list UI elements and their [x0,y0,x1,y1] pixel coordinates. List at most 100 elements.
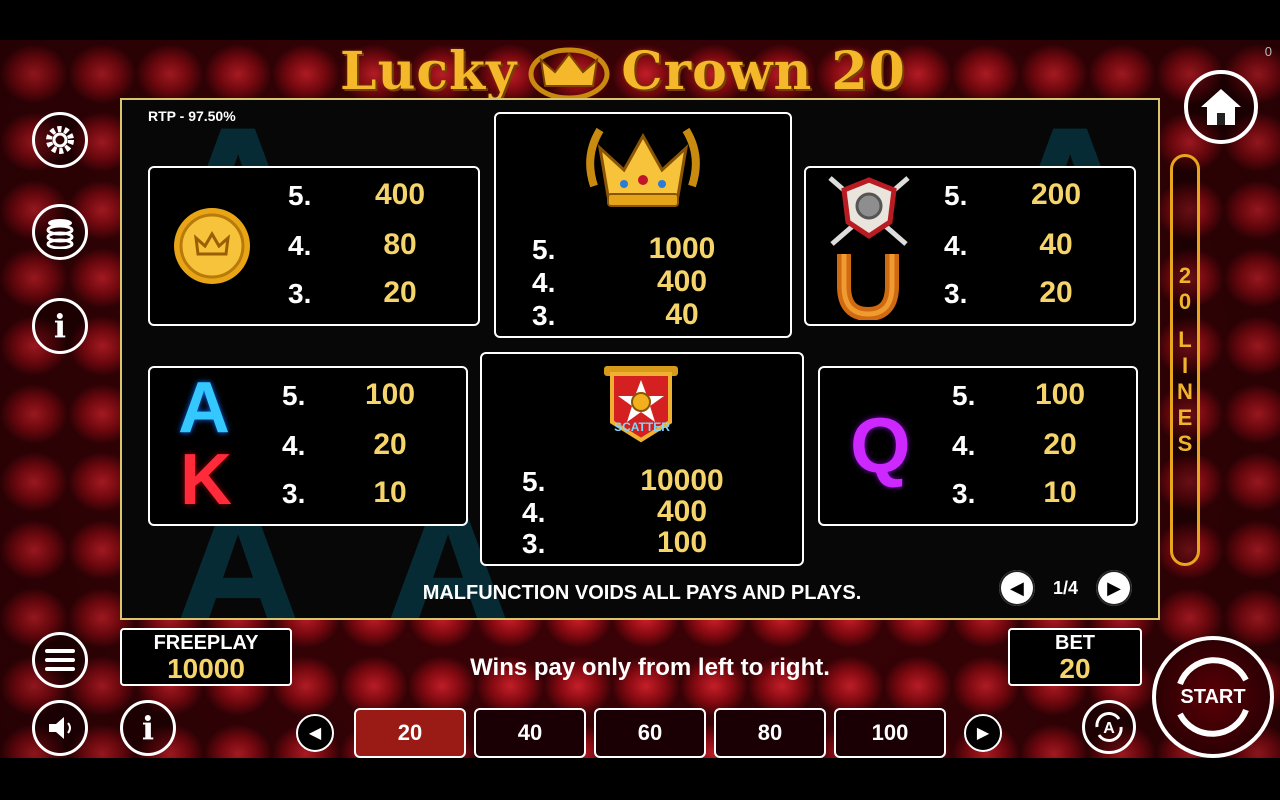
bet-option-40[interactable]: 40 [474,708,586,758]
arrow-right-icon: ▶ [1107,577,1121,598]
bet-option-60[interactable]: 60 [594,708,706,758]
row-value: 1000 [648,232,716,265]
win-direction-message: Wins pay only from left to right. [470,654,830,681]
row-num: 4. [282,430,306,461]
arrow-left-icon: ◀ [1010,577,1024,598]
row-value: 100 [1034,378,1086,411]
svg-text:A: A [1103,720,1115,737]
row-num: 5. [522,466,546,497]
autoplay-icon: A [1095,712,1123,742]
bet-option-20[interactable]: 20 [354,708,466,758]
paytable-card-scatter: SCATTER 5. 10000 4. 400 3. 100 [480,352,804,566]
row-value: 20 [383,276,417,309]
info-button[interactable]: i [32,298,88,354]
row-num: 4. [522,497,546,528]
row-value: 400 [374,178,426,211]
freeplay-value: 10000 [167,653,245,684]
paytable-card-shield-horseshoe: 5. 200 4. 40 3. 20 [804,166,1136,326]
row-num: 4. [944,230,968,261]
page-indicator: 1/4 [1052,577,1078,598]
arrow-right-icon: ▶ [976,725,990,742]
settings-button[interactable] [32,112,88,168]
row-num: 5. [532,234,556,265]
start-label: START [1180,685,1246,708]
lines-char: E [1177,405,1193,430]
paytable-card-queen: Q 5. 100 4. 20 3. 10 [818,366,1138,526]
row-num: 5. [944,180,968,211]
row-value: 100 [364,378,416,411]
row-num: 4. [952,430,976,461]
logo-crown-icon [528,47,610,100]
next-page-button[interactable]: ▶ [1096,570,1132,606]
hamburger-menu-icon [45,649,75,671]
bet-next-button[interactable]: ▶ [964,714,1002,752]
row-num: 3. [532,300,556,331]
home-icon [1201,89,1241,125]
ace-symbol: A [178,368,230,448]
row-value: 10000 [640,464,724,497]
bet-option-80[interactable]: 80 [714,708,826,758]
paytable-card-ace-king: A K 5. 100 4. 20 3. 10 [148,366,468,526]
paytable-card-crown: 5. 1000 4. 400 3. 40 [494,112,792,338]
speaker-icon [49,717,71,739]
coin-stack-icon [46,219,74,249]
bet-label: BET [1055,632,1095,654]
autoplay-button[interactable]: A [1082,700,1136,754]
lines-indicator: 2 0 L I N E S [1170,154,1200,566]
row-num: 5. [282,380,306,411]
queen-symbol: Q [850,401,911,489]
row-num: 4. [288,230,312,261]
shield-swords-icon [828,176,910,246]
bet-box: BET 20 [1008,628,1142,686]
home-button[interactable] [1184,70,1258,144]
gear-icon [46,126,74,154]
king-symbol: K [180,440,232,520]
gold-coin-icon [174,208,250,284]
row-value: 40 [665,298,699,331]
row-value: 80 [383,228,417,261]
game-logo: Lucky Crown 20 [340,44,950,100]
prev-page-button[interactable]: ◀ [998,570,1035,606]
lines-char: 0 [1178,289,1192,314]
lines-char: N [1177,379,1193,404]
horseshoe-icon [837,254,899,320]
crown-icon [586,127,700,207]
row-num: 3. [522,528,546,559]
lines-char: S [1177,431,1193,456]
paytable-panel: A A A A RTP - 97.50% 5. 400 4. 80 3. 20 … [120,98,1160,620]
lines-char: I [1181,353,1189,378]
bet-prev-button[interactable]: ◀ [296,714,334,752]
info-icon: i [53,307,67,345]
row-value: 400 [656,495,708,528]
row-num: 3. [944,278,968,309]
row-value: 10 [373,476,407,509]
bet-options: 20 40 60 80 100 [354,708,946,758]
corner-counter: 0 [1264,44,1272,59]
start-button[interactable]: START [1152,636,1274,758]
bet-value: 20 [1059,653,1091,684]
logo-word-crown: Crown 20 [621,41,906,102]
row-num: 5. [288,180,312,211]
row-num: 3. [288,278,312,309]
coins-button[interactable] [32,204,88,260]
row-value: 40 [1039,228,1073,261]
freeplay-box: FREEPLAY 10000 [120,628,292,686]
bet-option-100[interactable]: 100 [834,708,946,758]
rtp-label: RTP - 97.50% [148,108,236,124]
lines-char: 2 [1178,263,1192,288]
info-button-bottom[interactable]: i [120,700,176,756]
row-num: 4. [532,267,556,298]
row-value: 200 [1030,178,1082,211]
row-num: 5. [952,380,976,411]
paytable-pager: ◀ 1/4 ▶ [998,570,1132,606]
sound-button[interactable] [32,700,88,756]
menu-button[interactable] [32,632,88,688]
row-value: 400 [656,265,708,298]
row-num: 3. [952,478,976,509]
paytable-card-coin: 5. 400 4. 80 3. 20 [148,166,480,326]
row-value: 20 [373,428,407,461]
scatter-label: SCATTER [614,420,670,434]
freeplay-label: FREEPLAY [153,632,259,654]
info-icon: i [141,709,155,747]
logo-word-lucky: Lucky [340,41,518,102]
